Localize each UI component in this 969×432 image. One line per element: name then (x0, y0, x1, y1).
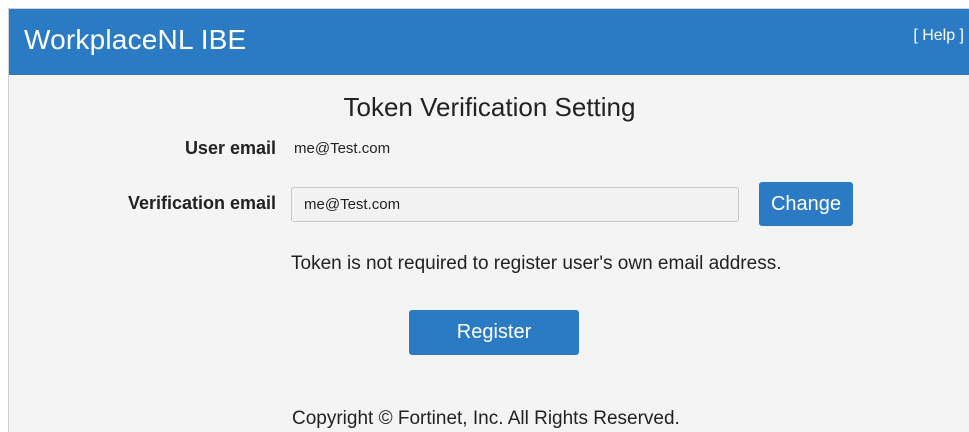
register-button[interactable]: Register (409, 310, 579, 355)
user-email-label: User email (184, 138, 276, 158)
info-message: Token is not required to register user's… (291, 253, 782, 274)
user-email-value: me@Test.com (294, 140, 391, 157)
help-link[interactable]: [ Help ] (913, 27, 964, 45)
app-header: WorkplaceNL IBE [ Help ] (9, 9, 969, 75)
verification-email-field[interactable] (291, 187, 739, 222)
verification-email-label: Verification email (127, 193, 276, 213)
copyright-text: Copyright © Fortinet, Inc. All Rights Re… (292, 408, 680, 429)
change-button[interactable]: Change (759, 182, 853, 226)
app-title: WorkplaceNL IBE (24, 24, 247, 55)
page-title: Token Verification Setting (343, 92, 636, 122)
app-frame: WorkplaceNL IBE [ Help ] Token Verificat… (8, 8, 969, 432)
